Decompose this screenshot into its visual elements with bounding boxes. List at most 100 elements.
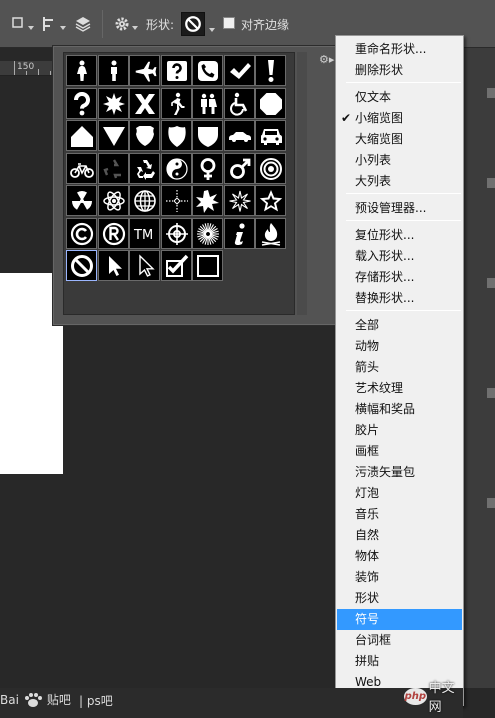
- menu-item[interactable]: 大列表: [337, 171, 462, 192]
- shape-thumbnail-yinyang[interactable]: [160, 152, 192, 184]
- menu-item[interactable]: 替换形状...: [337, 288, 462, 309]
- crosshair-icon: [165, 190, 188, 212]
- path-alignment-button[interactable]: [42, 12, 66, 36]
- menu-item[interactable]: 画框: [337, 441, 462, 462]
- shape-thumbnail-copyright[interactable]: [66, 217, 97, 249]
- shape-thumbnail-recycle-dark[interactable]: [97, 152, 129, 184]
- menu-item[interactable]: 小列表: [337, 150, 462, 171]
- shape-thumbnail-octagon[interactable]: [255, 87, 286, 119]
- shape-thumbnail-phone[interactable]: [192, 55, 223, 86]
- shape-thumbnail-male[interactable]: [223, 152, 255, 184]
- menu-item[interactable]: 载入形状...: [337, 246, 462, 267]
- shape-thumbnail-triangle-down[interactable]: [97, 120, 129, 151]
- shape-thumbnail-sunburst[interactable]: [192, 217, 223, 249]
- family-icon: [201, 93, 217, 114]
- menu-item[interactable]: 艺术纹理: [337, 378, 462, 399]
- shape-thumbnail-registered[interactable]: [97, 217, 129, 249]
- shape-thumbnail-sparkle[interactable]: [223, 185, 255, 216]
- shape-thumbnail-woman[interactable]: [66, 55, 97, 86]
- shape-thumbnail-trademark[interactable]: TM: [129, 217, 160, 249]
- shape-thumbnail-cursor-outline[interactable]: [129, 250, 160, 281]
- settings-button[interactable]: [114, 12, 138, 36]
- menu-item[interactable]: 箭头: [337, 357, 462, 378]
- menu-item[interactable]: 音乐: [337, 504, 462, 525]
- shape-thumbnail-star[interactable]: [255, 185, 286, 216]
- registered-icon: [102, 222, 125, 245]
- menu-item[interactable]: 台词框: [337, 630, 462, 651]
- shape-thumbnail-bicycle[interactable]: [66, 152, 97, 184]
- shape-thumbnail-exclamation[interactable]: [255, 55, 286, 86]
- shape-thumbnail-car-front[interactable]: [255, 120, 286, 151]
- shape-thumbnail-airplane[interactable]: [129, 55, 160, 86]
- menu-item[interactable]: 物体: [337, 546, 462, 567]
- shape-thumbnail-cursor[interactable]: [97, 250, 129, 281]
- menu-item[interactable]: 动物: [337, 336, 462, 357]
- menu-item-label: 箭头: [355, 360, 380, 374]
- panel-edge: [487, 388, 495, 398]
- shape-thumbnail-fire[interactable]: [255, 217, 286, 249]
- menu-item[interactable]: 重命名形状...: [337, 39, 462, 60]
- shape-grid-scrollbar[interactable]: [297, 52, 307, 315]
- shape-thumbnail-shield3[interactable]: [192, 120, 223, 151]
- php-watermark: php 中文网: [404, 681, 460, 715]
- checkmark-icon: ✔: [341, 111, 352, 125]
- chevron-down-icon: [28, 26, 34, 30]
- menu-item[interactable]: 大缩览图: [337, 129, 462, 150]
- menu-item[interactable]: 删除形状: [337, 60, 462, 81]
- separator: [102, 10, 103, 38]
- shape-thumbnail-family[interactable]: [192, 87, 223, 119]
- shape-thumbnail-crosshair[interactable]: [160, 185, 192, 216]
- menu-item[interactable]: 仅文本: [337, 87, 462, 108]
- shape-thumbnail-globe[interactable]: [129, 185, 160, 216]
- menu-item[interactable]: 复位形状...: [337, 225, 462, 246]
- menu-item[interactable]: 装饰: [337, 567, 462, 588]
- shape-thumbnail-female[interactable]: [192, 152, 223, 184]
- shape-thumbnail-man[interactable]: [97, 55, 129, 86]
- shape-thumbnail-x[interactable]: [129, 87, 160, 119]
- shape-picker-button[interactable]: [181, 12, 205, 36]
- shape-thumbnail-wheelchair[interactable]: [223, 87, 255, 119]
- menu-item[interactable]: 灯泡: [337, 483, 462, 504]
- menu-item-label: 小列表: [355, 153, 392, 167]
- menu-item[interactable]: 自然: [337, 525, 462, 546]
- path-operations-button[interactable]: [12, 12, 34, 36]
- shape-thumbnail-walking[interactable]: [160, 87, 192, 119]
- path-arrangement-button[interactable]: [74, 12, 92, 36]
- shape-thumbnail-atom[interactable]: [97, 185, 129, 216]
- exclamation-icon: [268, 60, 274, 82]
- shape-thumbnail-radioactive[interactable]: [66, 185, 97, 216]
- menu-item[interactable]: 形状: [337, 588, 462, 609]
- shape-thumbnail-question[interactable]: [66, 87, 97, 119]
- shape-thumbnail-check-box[interactable]: [160, 250, 192, 281]
- shape-thumbnail-info[interactable]: [223, 217, 255, 249]
- shape-thumbnail-shield1[interactable]: [129, 120, 160, 151]
- shape-picker-chevron-icon[interactable]: [209, 28, 215, 32]
- shape-thumbnail-shield2[interactable]: [160, 120, 192, 151]
- shape-thumbnail-house[interactable]: [66, 120, 97, 151]
- baidu-text: Bai: [0, 692, 19, 707]
- shape-label: 形状:: [146, 18, 175, 32]
- menu-item[interactable]: 符号: [337, 609, 462, 630]
- menu-item[interactable]: 存储形状...: [337, 267, 462, 288]
- shape-thumbnail-blank-box[interactable]: [192, 250, 223, 281]
- shape-thumbnail-target-cross[interactable]: [160, 217, 192, 249]
- align-edges-checkbox[interactable]: [223, 17, 235, 29]
- menu-item[interactable]: 横幅和奖品: [337, 399, 462, 420]
- menu-item[interactable]: 全部: [337, 315, 462, 336]
- shape-thumbnail-no[interactable]: [66, 250, 97, 281]
- menu-item[interactable]: 污渍矢量包: [337, 462, 462, 483]
- shape-thumbnail-recycle[interactable]: [129, 152, 160, 184]
- shape-thumbnail-target[interactable]: [255, 152, 286, 184]
- shape-thumbnail-car-side[interactable]: [223, 120, 255, 151]
- shape-thumbnail-burst[interactable]: [97, 87, 129, 119]
- menu-item[interactable]: 预设管理器...: [337, 198, 462, 219]
- shape-thumbnail-starburst[interactable]: [192, 185, 223, 216]
- triangle-down-icon: [102, 127, 125, 146]
- popup-gear-icon[interactable]: ⚙▸: [319, 53, 334, 66]
- menu-item[interactable]: 拼贴: [337, 651, 462, 672]
- menu-item-label: 仅文本: [355, 90, 392, 104]
- shape-thumbnail-checkmark[interactable]: [223, 55, 255, 86]
- menu-item[interactable]: ✔ 小缩览图: [337, 108, 462, 129]
- shape-thumbnail-question-box[interactable]: [160, 55, 192, 86]
- menu-item[interactable]: 胶片: [337, 420, 462, 441]
